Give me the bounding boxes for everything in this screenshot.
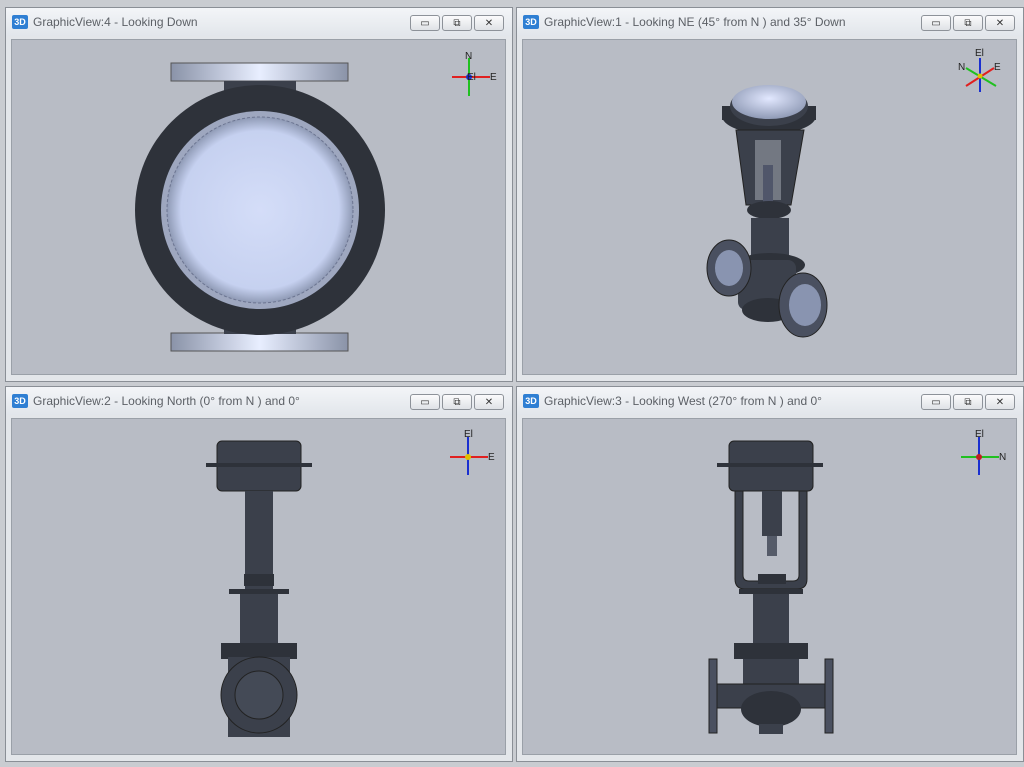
minimize-button[interactable]: ▭ <box>921 15 951 31</box>
axis-right-label: N <box>999 452 1006 463</box>
view1-title: GraphicView:1 - Looking NE (45° from N )… <box>544 15 846 29</box>
valve-north-view <box>206 440 312 737</box>
graphic-view-2[interactable]: 3D GraphicView:2 - Looking North (0° fro… <box>5 386 513 762</box>
axis-right-label: E <box>490 72 497 83</box>
view4-titlebar[interactable]: 3D GraphicView:4 - Looking Down ▭ ⧉ ✕ <box>6 8 512 36</box>
axis-triad-icon: El N E <box>958 48 1001 92</box>
view3-titlebar[interactable]: 3D GraphicView:3 - Looking West (270° fr… <box>517 387 1023 415</box>
close-button[interactable]: ✕ <box>985 15 1015 31</box>
restore-button[interactable]: ⧉ <box>953 394 983 410</box>
3d-badge-icon: 3D <box>12 15 28 29</box>
restore-button[interactable]: ⧉ <box>442 15 472 31</box>
graphic-view-1[interactable]: 3D GraphicView:1 - Looking NE (45° from … <box>516 7 1024 382</box>
3d-badge-icon: 3D <box>12 394 28 408</box>
axis-up-label: N <box>465 52 472 62</box>
view3-viewport[interactable]: El N <box>522 418 1017 755</box>
axis-right-label: E <box>994 62 1001 73</box>
view2-viewport[interactable]: El E <box>11 418 506 755</box>
axis-left-label: N <box>958 62 965 73</box>
graphic-view-3[interactable]: 3D GraphicView:3 - Looking West (270° fr… <box>516 386 1024 762</box>
axis-up-label: El <box>975 429 984 440</box>
3d-badge-icon: 3D <box>523 15 539 29</box>
view2-title: GraphicView:2 - Looking North (0° from N… <box>33 394 300 408</box>
axis-center-label: El <box>467 72 476 83</box>
axis-up-label: El <box>464 429 473 440</box>
restore-button[interactable]: ⧉ <box>953 15 983 31</box>
minimize-button[interactable]: ▭ <box>410 394 440 410</box>
close-button[interactable]: ✕ <box>474 15 504 31</box>
view1-viewport[interactable]: El N E <box>522 39 1017 375</box>
close-button[interactable]: ✕ <box>474 394 504 410</box>
minimize-button[interactable]: ▭ <box>921 394 951 410</box>
axis-triad-icon: El E <box>450 429 495 475</box>
axis-triad-icon: El N <box>961 429 1006 475</box>
view4-viewport[interactable]: N E El <box>11 39 506 375</box>
3d-badge-icon: 3D <box>523 394 539 408</box>
view4-title: GraphicView:4 - Looking Down <box>33 15 198 29</box>
axis-triad-icon: N E El <box>452 52 497 96</box>
view3-title: GraphicView:3 - Looking West (270° from … <box>544 394 822 408</box>
valve-top-view <box>135 62 385 352</box>
axis-right-label: E <box>488 452 495 463</box>
valve-west-view <box>708 440 834 734</box>
view1-titlebar[interactable]: 3D GraphicView:1 - Looking NE (45° from … <box>517 8 1023 36</box>
graphic-view-4[interactable]: 3D GraphicView:4 - Looking Down ▭ ⧉ ✕ N … <box>5 7 513 382</box>
view2-titlebar[interactable]: 3D GraphicView:2 - Looking North (0° fro… <box>6 387 512 415</box>
valve-isometric-view <box>706 85 828 338</box>
restore-button[interactable]: ⧉ <box>442 394 472 410</box>
axis-up-label: El <box>975 48 984 59</box>
minimize-button[interactable]: ▭ <box>410 15 440 31</box>
close-button[interactable]: ✕ <box>985 394 1015 410</box>
